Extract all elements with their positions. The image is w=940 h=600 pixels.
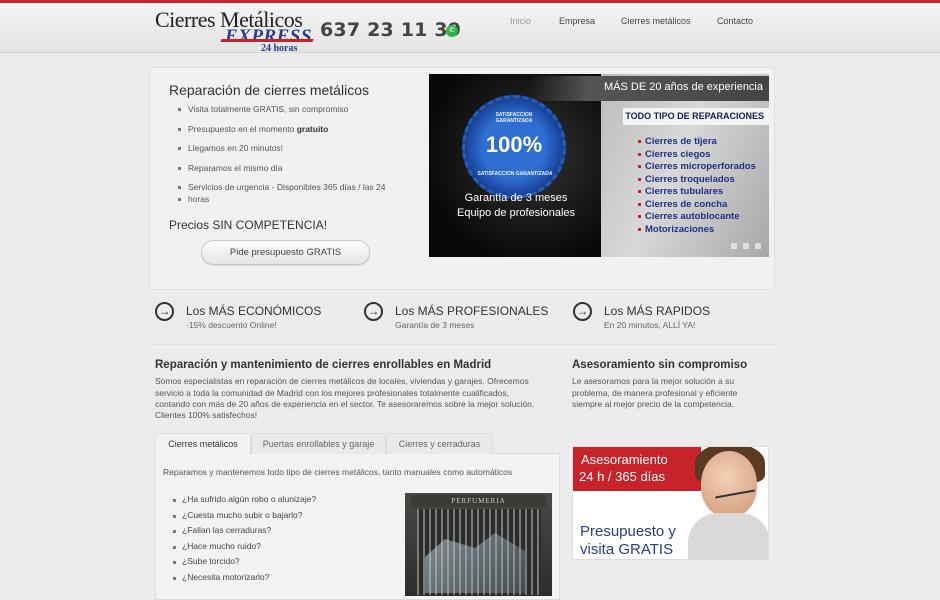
slider-guarantee: Garantía de 3 meses xyxy=(464,192,568,204)
slider-dot[interactable] xyxy=(743,243,749,249)
slider-type-item: Cierres microperforados xyxy=(638,161,756,172)
slider-types-title-text: TODO TIPO DE REPARACIONES xyxy=(625,111,764,121)
promo-advice: Asesoramiento xyxy=(581,452,668,467)
hero-bullet-bold: gratuito xyxy=(296,124,329,134)
content-line: Clientes 100% satisfechos! xyxy=(155,410,258,420)
promo-quote: Presupuesto y xyxy=(580,523,676,540)
sidebar-title: Asesoramiento sin compromiso xyxy=(572,359,748,371)
hero-bullet: Servicios de urgencia - Disponibles 365 … xyxy=(178,182,386,192)
quote-button[interactable]: Pide presupuesto GRATIS xyxy=(201,240,370,265)
slider-experience-text: MÁS DE 20 años de experiencia xyxy=(604,81,763,93)
tab-cierres-metalicos[interactable]: Cierres metálicos xyxy=(155,433,251,455)
question-item: ¿Ha sufrido algún robo o alunizaje? xyxy=(172,494,317,504)
phone-number[interactable]: 637 23 11 39 xyxy=(320,19,461,41)
nav-empresa[interactable]: Empresa xyxy=(559,16,595,26)
hero-bullet: Presupuesto en el momento gratuito xyxy=(177,122,329,136)
slider-dots xyxy=(731,240,767,252)
feature-subtitle: En 20 minutos, ALLÍ YA! xyxy=(604,320,696,330)
price-heading: Precios SIN COMPETENCIA! xyxy=(169,218,328,232)
site-logo[interactable]: Cierres Metálicos EXPRESS 24 horas xyxy=(155,8,315,54)
badge-ring-bottom: SATISFACCION GARANTIZADA xyxy=(477,171,553,177)
question-item: ¿Fallan las cerraduras? xyxy=(172,525,272,535)
hero-title: Reparación de cierres metálicos xyxy=(169,82,369,98)
nav-inicio[interactable]: Inicio xyxy=(510,16,531,26)
feature-subtitle: -15% descuento Online! xyxy=(186,320,277,330)
badge-ring-top: SATISFACCION GARANTIZADA xyxy=(495,112,533,124)
slider-dot[interactable] xyxy=(731,243,737,249)
slider-type-item: Cierres ciegos xyxy=(637,149,711,160)
feature-title: Los MÁS PROFESIONALES xyxy=(395,304,549,318)
slider-topbar: MÁS DE 20 años de experiencia xyxy=(529,76,769,101)
promo-visit: visita GRATIS xyxy=(580,541,674,558)
hero-bullet: Visita totalmente GRATIS, sin compromiso xyxy=(177,104,349,114)
question-item: ¿Necesita motorizarlo? xyxy=(172,572,270,582)
question-item: ¿Sube torcido? xyxy=(173,556,240,566)
shop-sign: PERFUMERIA xyxy=(411,495,546,507)
question-item: ¿Cuesta mucho subir o bajarlo? xyxy=(172,510,303,520)
slider-type-item: Cierres de concha xyxy=(637,199,728,210)
arrow-right-icon: → xyxy=(573,302,592,321)
promo-banner[interactable]: Asesoramiento 24 h / 365 días Presupuest… xyxy=(572,446,769,560)
slider-type-item: Motorizaciones xyxy=(637,224,715,235)
slider-dot[interactable] xyxy=(755,243,761,249)
tab-intro: Reparamos y mantenemos todo tipo de cier… xyxy=(163,467,513,477)
tab-cierres-cerraduras[interactable]: Cierres y cerraduras xyxy=(386,433,493,454)
content-title: Reparación y mantenimiento de cierres en… xyxy=(155,359,492,371)
slider-type-item: Cierres de tijera xyxy=(638,136,717,147)
tab-puertas-enrollables[interactable]: Puertas enrollables y garaje xyxy=(251,433,386,454)
slider-team: Equipo de profesionales xyxy=(456,207,576,219)
arrow-right-icon: → xyxy=(364,302,383,321)
feature-subtitle: Garantía de 3 meses xyxy=(395,320,475,330)
agent-body xyxy=(688,513,768,559)
hero-bullet-continued: horas xyxy=(177,192,210,206)
promo-hours: 24 h / 365 días xyxy=(579,469,666,484)
feature-title: Los MÁS RAPIDOS xyxy=(604,304,711,318)
satisfaction-badge-icon: SATISFACCION GARANTIZADA 100% SATISFACCI… xyxy=(462,95,566,199)
hero-bullet: Reparamos el mismo día xyxy=(177,163,283,173)
logo-swoosh xyxy=(220,39,314,42)
slider-type-item: Cierres autoblocante xyxy=(638,211,740,222)
badge-percent: 100% xyxy=(485,132,543,157)
slider-type-item: Cierres troquelados xyxy=(638,174,735,185)
nav-cierres-metalicos[interactable]: Cierres metálicos xyxy=(621,16,691,26)
whatsapp-icon[interactable]: ✆ xyxy=(446,25,458,37)
slider-types-title: TODO TIPO DE REPARACIONES xyxy=(623,108,769,125)
hero-bullet-text: horas xyxy=(188,194,210,204)
sidebar-line: siempre al mejor precio de la competenci… xyxy=(572,399,735,409)
site-header: Cierres Metálicos EXPRESS 24 horas 637 2… xyxy=(0,3,940,54)
hero-bullet-text: Presupuesto en el momento xyxy=(188,124,297,134)
broken-shutter-photo: PERFUMERIA xyxy=(405,493,552,596)
hero-slider[interactable]: MÁS DE 20 años de experiencia SATISFACCI… xyxy=(429,74,769,257)
slider-type-item: Cierres tubulares xyxy=(637,186,724,197)
feature-title: Los MÁS ECONÓMICOS xyxy=(186,304,322,318)
nav-contacto[interactable]: Contacto xyxy=(717,16,753,26)
arrow-right-icon: → xyxy=(155,302,174,321)
hero-bullet: Llegamos en 20 minutos! xyxy=(178,143,283,153)
logo-24h: 24 horas xyxy=(261,43,298,54)
sidebar-line: Le asesoramos para la mejor solución a s… xyxy=(572,376,735,386)
content-line: Somos especialistas en reparación de cie… xyxy=(155,376,529,386)
section-divider xyxy=(149,344,775,345)
question-item: ¿Hace mucho ruido? xyxy=(173,541,261,551)
agent-face xyxy=(701,451,757,517)
